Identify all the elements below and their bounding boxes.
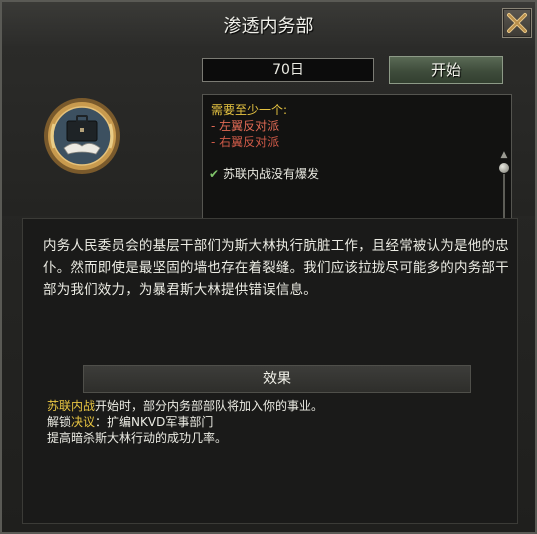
checkmark-icon: ✔ — [209, 167, 220, 181]
effect-civil-war-link[interactable]: 苏联内战 — [47, 399, 95, 413]
requirement-left-opposition: - 左翼反对派 — [211, 119, 280, 133]
scroll-thumb[interactable] — [499, 163, 509, 173]
decision-description: 内务人民委员会的基层干部们为斯大林执行肮脏工作，且经常被认为是他的忠仆。然而即使… — [43, 238, 509, 298]
briefcase-handshake-medal-icon — [44, 98, 120, 174]
requirement-condition: ✔ 苏联内战没有爆发 — [209, 165, 319, 182]
days-display: 70日 — [202, 58, 374, 82]
decision-header-section: 70日 开始 需要至少一个: - 左翼反对派 - 右翼反对派 ✔ 苏联内战没有爆发… — [2, 46, 535, 246]
effect-line-1: 苏联内战开始时，部分内务部部队将加入你的事业。 — [47, 397, 323, 414]
condition-text: 苏联内战没有爆发 — [223, 167, 320, 181]
window-title: 渗透内务部 — [223, 16, 314, 37]
effect-line-2-text: ：扩编NKVD军事部门 — [95, 415, 214, 429]
decision-window: 渗透内务部 70日 开始 需要至少一个: - 左翼反对派 - 右翼反对派 ✔ 苏… — [0, 0, 537, 534]
effects-header: 效果 — [83, 365, 471, 393]
effect-line-1-text: 开始时，部分内务部部队将加入你的事业。 — [95, 399, 324, 413]
description-panel: 内务人民委员会的基层干部们为斯大林执行肮脏工作，且经常被认为是他的忠仆。然而即使… — [22, 218, 518, 524]
effect-line-2-prefix: 解锁 — [47, 415, 72, 429]
title-bar: 渗透内务部 — [2, 2, 535, 47]
close-icon — [507, 13, 527, 33]
requirements-header: 需要至少一个: — [211, 103, 288, 117]
effect-line-3: 提高暗杀斯大林行动的成功几率。 — [47, 431, 228, 445]
close-button[interactable] — [502, 8, 532, 38]
start-button[interactable]: 开始 — [389, 56, 503, 84]
requirement-right-opposition: - 右翼反对派 — [211, 135, 280, 149]
effect-line-2: 解锁决议：扩编NKVD军事部门 — [47, 413, 213, 430]
effect-decision-link[interactable]: 决议 — [71, 415, 95, 429]
scroll-up-arrow[interactable]: ▲ — [499, 150, 509, 160]
